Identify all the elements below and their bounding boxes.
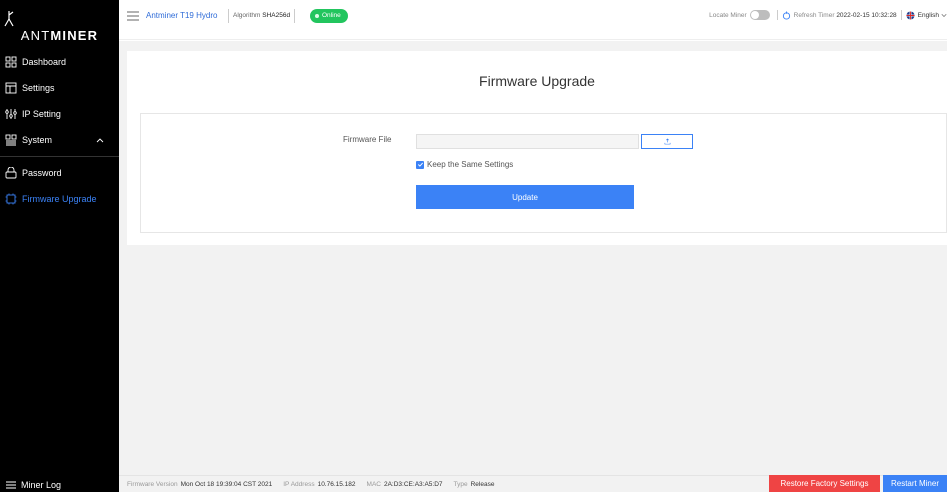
sidebar-item-firmware-upgrade[interactable]: Firmware Upgrade [0, 186, 119, 212]
sidebar-item-ip-setting[interactable]: IP Setting [0, 101, 119, 127]
menu-icon[interactable] [127, 11, 139, 21]
chevron-up-icon [96, 138, 104, 143]
sidebar: ANTMINER Dashboard Settings IP Setting S… [0, 0, 119, 492]
miner-model: Antminer T19 Hydro [146, 11, 218, 20]
refresh-timer-value: 2022-02-15 10:32:28 [836, 11, 897, 19]
refresh-icon[interactable] [782, 10, 791, 20]
antminer-logo: ANTMINER [0, 10, 119, 43]
firmware-file-label: Firmware File [343, 135, 392, 144]
sidebar-item-password[interactable]: Password [0, 160, 119, 186]
algorithm-badge: Algorithm SHA256d [228, 9, 296, 23]
restore-factory-settings-button[interactable]: Restore Factory Settings [769, 475, 880, 492]
locate-miner-toggle[interactable] [749, 10, 770, 20]
upload-button[interactable] [641, 134, 693, 149]
locate-miner-label: Locate Miner [709, 11, 747, 19]
firmware-version-label: Firmware Version [127, 480, 178, 488]
upload-icon [664, 138, 670, 145]
keep-settings-checkbox[interactable]: Keep the Same Settings [416, 160, 513, 169]
brand-text: ANTMINER [20, 28, 99, 43]
sidebar-item-label: Firmware Upgrade [22, 194, 97, 204]
restart-miner-button[interactable]: Restart Miner [883, 475, 947, 492]
header: Antminer T19 Hydro Algorithm SHA256d Onl… [119, 0, 947, 40]
ip-address-label: IP Address [283, 480, 315, 488]
sidebar-item-label: Dashboard [22, 57, 67, 67]
status-badge: Online [310, 9, 348, 23]
sidebar-item-label: IP Setting [22, 109, 61, 119]
type-value: Release [470, 480, 495, 488]
firmware-icon [5, 193, 17, 205]
mac-label: MAC [366, 480, 381, 488]
sidebar-item-label: Settings [22, 83, 55, 93]
page-title: Firmware Upgrade [479, 73, 595, 89]
sidebar-item-system[interactable]: System [0, 127, 119, 153]
sidebar-item-label: Password [22, 168, 62, 178]
sidebar-nav: Dashboard Settings IP Setting System Pas… [0, 49, 119, 212]
mac-value: 2A:D3:CE:A3:A5:D7 [383, 480, 443, 488]
footer-status-bar: Firmware Version Mon Oct 18 19:39:04 CST… [119, 475, 947, 492]
ip-setting-icon [5, 109, 17, 119]
sidebar-item-settings[interactable]: Settings [0, 75, 119, 101]
sidebar-item-label: Miner Log [21, 480, 62, 490]
main-content: Firmware Upgrade Firmware File Keep the … [119, 41, 947, 475]
type-label: Type [453, 480, 468, 488]
language-selector[interactable]: English [918, 12, 939, 19]
firmware-version-value: Mon Oct 18 19:39:04 CST 2021 [180, 480, 273, 488]
antminer-logo-icon [4, 11, 14, 27]
refresh-timer-label: Refresh Timer [793, 11, 835, 19]
sidebar-item-dashboard[interactable]: Dashboard [0, 49, 119, 75]
chevron-down-icon [941, 14, 947, 17]
sidebar-item-miner-log[interactable]: Miner Log [5, 480, 61, 490]
uk-flag-icon [906, 10, 915, 20]
firmware-file-input[interactable] [416, 134, 639, 149]
divider [0, 156, 119, 157]
firmware-card: Firmware Upgrade Firmware File Keep the … [127, 51, 947, 245]
password-icon [5, 167, 17, 179]
sidebar-item-label: System [22, 135, 53, 145]
system-icon [5, 134, 17, 146]
dashboard-icon [5, 56, 17, 68]
miner-log-icon [6, 481, 16, 489]
settings-icon [5, 82, 17, 94]
firmware-form: Firmware File Keep the Same Settings Upd… [140, 113, 947, 233]
ip-address-value: 10.76.15.182 [317, 480, 356, 488]
divider [776, 10, 778, 20]
keep-settings-label: Keep the Same Settings [427, 160, 514, 169]
divider [900, 10, 902, 20]
checkbox-checked-icon [416, 160, 424, 169]
header-tools: Locate Miner Refresh Timer 2022-02-15 10… [709, 10, 947, 20]
update-button[interactable]: Update [416, 185, 634, 209]
